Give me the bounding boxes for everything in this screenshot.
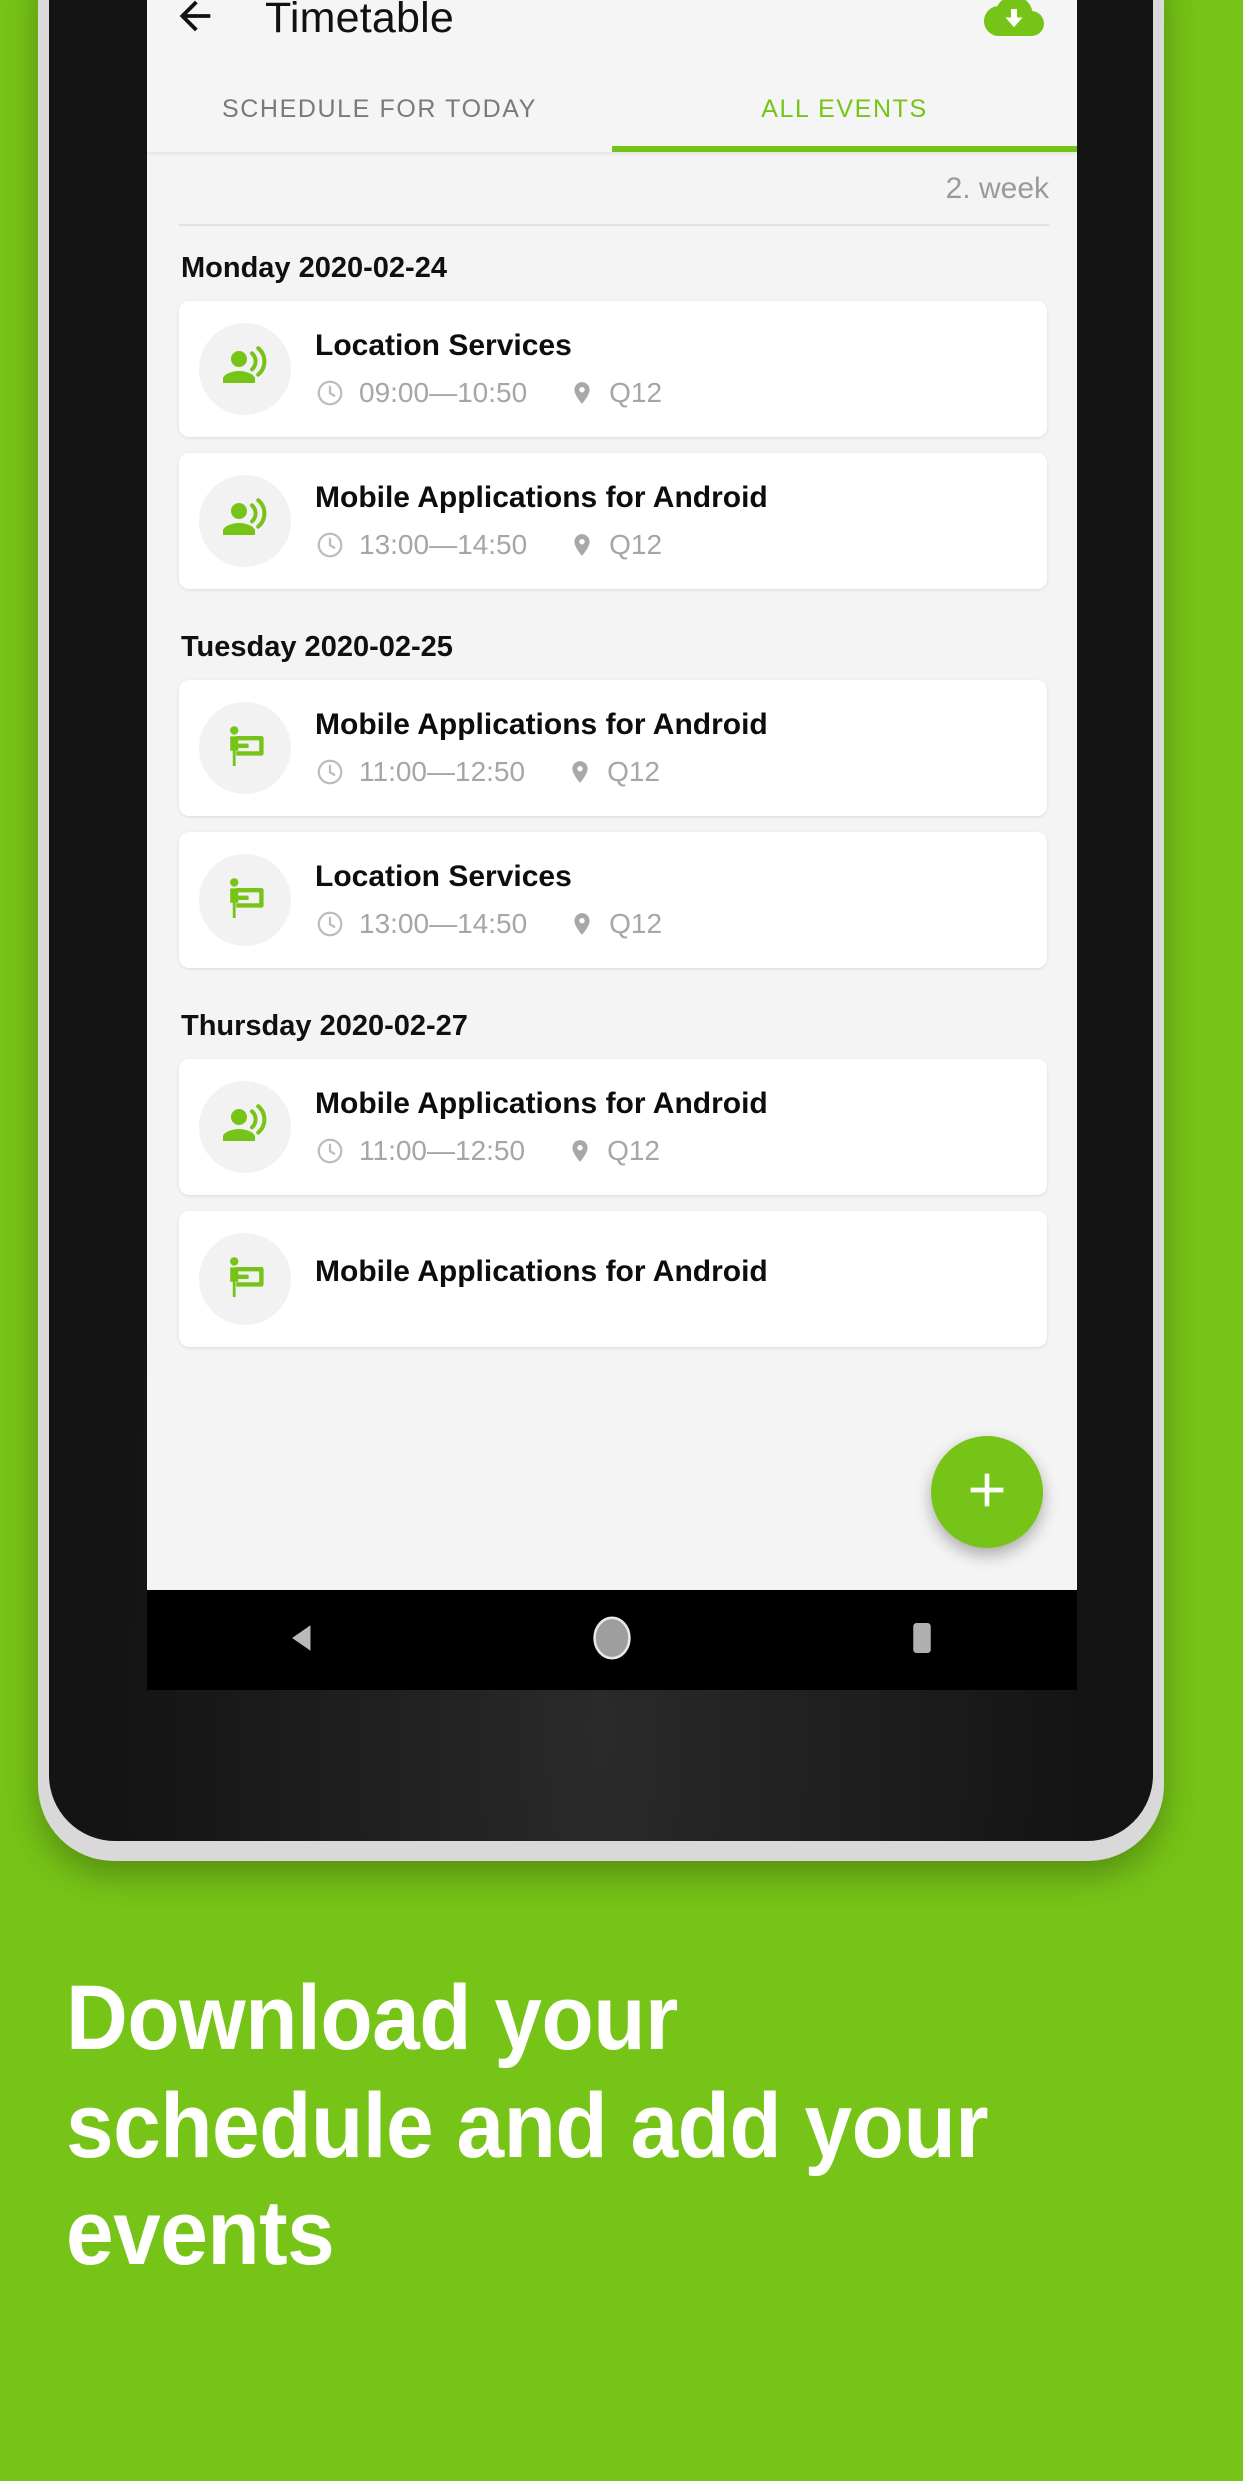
tab-all-events[interactable]: ALL EVENTS [612, 66, 1077, 152]
record-voice-over-icon [221, 1101, 269, 1154]
event-room-text: Q12 [607, 1135, 660, 1166]
clock-icon [315, 378, 345, 408]
place-pin-icon [569, 378, 595, 408]
nav-back-triangle-icon [285, 1619, 319, 1662]
presentation-board-icon [221, 874, 269, 927]
event-type-avatar [199, 854, 291, 946]
place-pin-icon [569, 530, 595, 560]
event-meta: 13:00—14:50 Q12 [315, 908, 1027, 940]
download-schedule-button[interactable] [981, 0, 1047, 51]
event-body: Location Services 13:00—14:50 Q12 [315, 860, 1027, 940]
cloud-download-icon [984, 0, 1044, 51]
event-type-avatar [199, 475, 291, 567]
nav-home-circle-icon [590, 1614, 634, 1667]
android-nav-bar [147, 1590, 1077, 1690]
tab-bar: SCHEDULE FOR TODAY ALL EVENTS [147, 66, 1077, 152]
clock-icon [315, 909, 345, 939]
phone-bezel: Timetable SCHEDULE FOR TODAY ALL EVENTS … [49, 0, 1153, 1841]
week-label: 2. week [945, 172, 1049, 205]
event-room-text: Q12 [609, 529, 663, 560]
event-card[interactable]: Mobile Applications for Android 11:00—12… [179, 680, 1047, 816]
record-voice-over-icon [221, 495, 269, 548]
event-time-text: 13:00—14:50 [359, 529, 528, 560]
page-title: Timetable [265, 0, 455, 42]
event-room-text: Q12 [609, 377, 663, 408]
place-pin-icon [567, 1136, 593, 1166]
week-row: 2. week [147, 152, 1077, 226]
event-card[interactable]: Mobile Applications for Android 11:00—12… [179, 1059, 1047, 1195]
event-meta: 11:00—12:50 Q12 [315, 756, 1027, 788]
nav-recents-square-icon [907, 1619, 937, 1662]
event-card[interactable]: Location Services 13:00—14:50 Q12 [179, 832, 1047, 968]
event-room: Q12 [569, 908, 662, 940]
event-body: Mobile Applications for Android 11:00—12… [315, 708, 1027, 788]
event-meta: 09:00—10:50 Q12 [315, 377, 1027, 409]
add-event-fab[interactable] [931, 1436, 1043, 1548]
back-button[interactable] [147, 0, 243, 66]
event-title: Location Services [315, 860, 572, 893]
place-pin-icon [567, 757, 593, 787]
event-time-text: 13:00—14:50 [359, 908, 528, 939]
event-room-text: Q12 [607, 756, 660, 787]
clock-icon [315, 757, 345, 787]
day-header: Monday 2020-02-24 [181, 252, 447, 284]
event-type-avatar [199, 702, 291, 794]
event-body: Mobile Applications for Android 11:00—12… [315, 1087, 1027, 1167]
phone-mockup-frame: Timetable SCHEDULE FOR TODAY ALL EVENTS … [38, 0, 1164, 1861]
event-time-text: 09:00—10:50 [359, 377, 528, 408]
arrow-back-icon [172, 0, 218, 44]
phone-screen: Timetable SCHEDULE FOR TODAY ALL EVENTS … [147, 0, 1077, 1590]
event-time-text: 11:00—12:50 [359, 756, 526, 787]
day-header: Tuesday 2020-02-25 [181, 631, 453, 663]
app-bar: Timetable [147, 0, 1077, 66]
record-voice-over-icon [221, 343, 269, 396]
presentation-board-icon [221, 1253, 269, 1306]
event-card[interactable]: Mobile Applications for Android 13:00—14… [179, 453, 1047, 589]
event-time-text: 11:00—12:50 [359, 1135, 526, 1166]
promo-tagline: Download your schedule and add your even… [66, 1967, 989, 2285]
tab-label: ALL EVENTS [761, 94, 928, 123]
events-list[interactable]: 2. week Monday 2020-02-24 Location Servi… [147, 152, 1077, 1590]
clock-icon [315, 1136, 345, 1166]
event-room: Q12 [569, 529, 662, 561]
event-room: Q12 [567, 756, 660, 788]
nav-back-button[interactable] [247, 1590, 357, 1690]
event-title: Location Services [315, 329, 572, 362]
place-pin-icon [569, 909, 595, 939]
event-meta: 13:00—14:50 Q12 [315, 529, 1027, 561]
plus-icon [959, 1462, 1015, 1523]
event-title: Mobile Applications for Android [315, 481, 768, 514]
event-title: Mobile Applications for Android [315, 708, 768, 741]
nav-home-button[interactable] [557, 1590, 667, 1690]
event-room: Q12 [567, 1135, 660, 1167]
event-time: 09:00—10:50 [315, 377, 527, 409]
event-card[interactable]: Location Services 09:00—10:50 Q12 [179, 301, 1047, 437]
event-type-avatar [199, 1081, 291, 1173]
event-time: 11:00—12:50 [315, 1135, 525, 1167]
event-time: 13:00—14:50 [315, 908, 527, 940]
divider [179, 224, 1049, 226]
event-type-avatar [199, 1233, 291, 1325]
tab-schedule-for-today[interactable]: SCHEDULE FOR TODAY [147, 66, 612, 152]
presentation-board-icon [221, 722, 269, 775]
event-meta: 11:00—12:50 Q12 [315, 1135, 1027, 1167]
tab-label: SCHEDULE FOR TODAY [222, 94, 537, 123]
event-room-text: Q12 [609, 908, 663, 939]
day-header: Thursday 2020-02-27 [181, 1010, 468, 1042]
event-body: Location Services 09:00—10:50 Q12 [315, 329, 1027, 409]
nav-recents-button[interactable] [867, 1590, 977, 1690]
event-room: Q12 [569, 377, 662, 409]
event-time: 11:00—12:50 [315, 756, 525, 788]
clock-icon [315, 530, 345, 560]
event-body: Mobile Applications for Android [315, 1255, 1027, 1303]
event-time: 13:00—14:50 [315, 529, 527, 561]
event-title: Mobile Applications for Android [315, 1087, 768, 1120]
event-card[interactable]: Mobile Applications for Android [179, 1211, 1047, 1347]
event-title: Mobile Applications for Android [315, 1255, 768, 1288]
event-body: Mobile Applications for Android 13:00—14… [315, 481, 1027, 561]
event-type-avatar [199, 323, 291, 415]
